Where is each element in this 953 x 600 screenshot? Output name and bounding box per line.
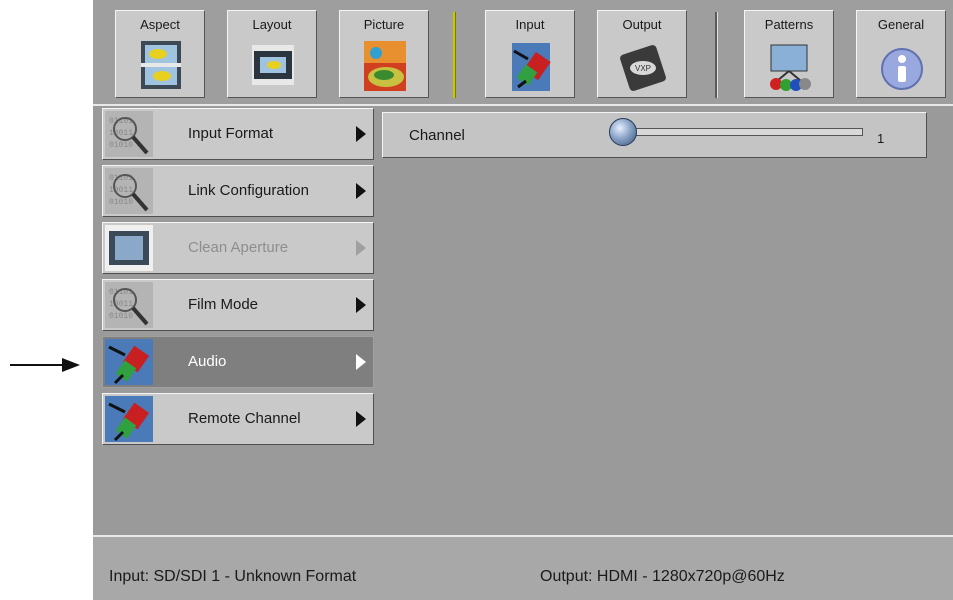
aspect-icon [141, 41, 181, 89]
magnifier-binary-icon: 01101 10011 01010 [105, 111, 153, 157]
chevron-right-icon [356, 354, 366, 370]
output-icon: VXP [620, 45, 666, 91]
output-status-text: Output: HDMI - 1280x720p@60Hz [540, 568, 785, 585]
channel-slider[interactable] [609, 118, 863, 146]
channel-label: Channel [409, 127, 465, 144]
toolbar-label: Aspect [140, 17, 180, 32]
chevron-right-icon [356, 240, 366, 256]
svg-text:01010: 01010 [109, 141, 133, 150]
slider-thumb[interactable] [609, 118, 637, 146]
menu-item-label: Film Mode [188, 296, 259, 313]
svg-text:10011: 10011 [109, 300, 133, 309]
pointer-arrow-icon [10, 358, 80, 372]
chevron-right-icon [356, 183, 366, 199]
picture-icon [364, 41, 406, 91]
menu-item-film-mode[interactable]: 01101 10011 01010 Film Mode [102, 279, 374, 331]
menu-item-remote-channel[interactable]: Remote Channel [102, 393, 374, 445]
toolbar-layout-button[interactable]: Layout [227, 10, 317, 98]
menu-item-label: Link Configuration [188, 182, 309, 199]
av-connector-icon [105, 339, 153, 385]
toolbar-label: Picture [363, 17, 405, 32]
menu-item-label: Remote Channel [188, 410, 301, 427]
av-connector-icon [105, 396, 153, 442]
general-info-icon [881, 48, 923, 90]
chevron-right-icon [356, 297, 366, 313]
magnifier-binary-icon: 01101 10011 01010 [105, 168, 153, 214]
svg-text:10011: 10011 [109, 129, 133, 138]
toolbar-output-button[interactable]: Output VXP [597, 10, 687, 98]
channel-setting-row: Channel 1 [382, 112, 927, 158]
patterns-icon [770, 44, 811, 91]
menu-item-input-format[interactable]: 01101 10011 01010 Input Format [102, 108, 374, 160]
side-menu: 01101 10011 01010 Input Format 01101 100… [102, 108, 374, 450]
svg-text:VXP: VXP [635, 64, 651, 73]
aperture-frame-icon [105, 225, 153, 271]
chevron-right-icon [356, 126, 366, 142]
toolbar-general-button[interactable]: General [856, 10, 946, 98]
toolbar-label: Input [515, 17, 545, 32]
toolbar-aspect-button[interactable]: Aspect [115, 10, 205, 98]
toolbar-label: General [877, 17, 925, 32]
toolbar-label: Layout [252, 17, 292, 32]
menu-item-label: Clean Aperture [188, 239, 289, 256]
svg-text:01010: 01010 [109, 312, 133, 321]
toolbar-separator [453, 12, 456, 98]
toolbar-label: Output [622, 17, 662, 32]
slider-track[interactable] [611, 128, 863, 136]
channel-value: 1 [877, 131, 885, 146]
status-bar: Input: SD/SDI 1 - Unknown Format Output:… [93, 535, 953, 600]
menu-item-label: Input Format [188, 125, 274, 142]
svg-text:01010: 01010 [109, 198, 133, 207]
toolbar-picture-button[interactable]: Picture [339, 10, 429, 98]
toolbar-input-button[interactable]: Input [485, 10, 575, 98]
layout-icon [252, 45, 294, 85]
input-status-text: Input: SD/SDI 1 - Unknown Format [109, 568, 357, 585]
menu-item-audio[interactable]: Audio [102, 336, 374, 388]
menu-item-link-configuration[interactable]: 01101 10011 01010 Link Configuration [102, 165, 374, 217]
chevron-right-icon [356, 411, 366, 427]
top-toolbar: Aspect Layout Picture Input Output VXP P… [93, 0, 953, 106]
osd-panel: Aspect Layout Picture Input Output VXP P… [93, 0, 953, 600]
toolbar-label: Patterns [764, 17, 814, 32]
magnifier-binary-icon: 01101 10011 01010 [105, 282, 153, 328]
toolbar-separator [715, 12, 718, 98]
input-icon [512, 43, 551, 91]
svg-text:10011: 10011 [109, 186, 133, 195]
menu-item-label: Audio [188, 353, 227, 370]
toolbar-patterns-button[interactable]: Patterns [744, 10, 834, 98]
menu-item-clean-aperture[interactable]: Clean Aperture [102, 222, 374, 274]
